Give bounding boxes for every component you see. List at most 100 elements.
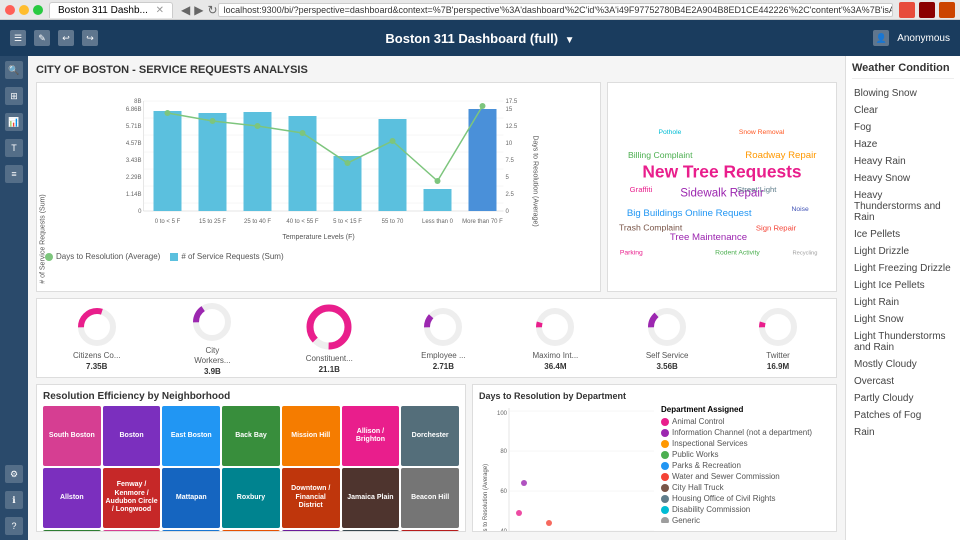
bar-1[interactable] <box>199 113 227 211</box>
sidebar-chart-icon[interactable]: 📊 <box>5 113 23 131</box>
menu-icon[interactable]: ☰ <box>10 30 26 46</box>
redo-icon[interactable]: ↪ <box>82 30 98 46</box>
treemap-south-east[interactable]: South East <box>103 530 161 532</box>
wc-word-10[interactable]: Tree Maintenance <box>670 232 747 243</box>
weather-item-light-drizzle[interactable]: Light Drizzle <box>852 243 954 260</box>
treemap-boston[interactable]: Boston <box>103 406 161 466</box>
weather-item-ice-pellets[interactable]: Ice Pellets <box>852 226 954 243</box>
back-btn[interactable]: ◀ <box>181 3 190 17</box>
wc-word-12[interactable]: Snow Removal <box>739 129 785 136</box>
weather-item-mostly-cloudy[interactable]: Mostly Cloudy <box>852 356 954 373</box>
weather-item-light-freezing[interactable]: Light Freezing Drizzle <box>852 260 954 277</box>
wc-word-3[interactable]: Big Buildings Online Request <box>627 208 752 219</box>
bar-6[interactable] <box>424 189 452 211</box>
browser-tab[interactable]: Boston 311 Dashb... ✕ <box>49 2 173 18</box>
reload-btn[interactable]: ↻ <box>208 3 218 17</box>
wc-word-5[interactable]: Roadway Repair <box>745 150 817 161</box>
scatter-dot[interactable] <box>516 510 522 516</box>
donut-item-5[interactable]: Self Service 3.56B <box>645 305 689 372</box>
weather-item-clear[interactable]: Clear <box>852 102 954 119</box>
weather-item-overcast[interactable]: Overcast <box>852 373 954 390</box>
weather-item-rain[interactable]: Rain <box>852 424 954 441</box>
wc-word-9[interactable]: Graffiti <box>630 185 653 194</box>
treemap-roslindale[interactable]: Roslindale <box>401 530 459 532</box>
weather-item-heavy-rain[interactable]: Heavy Rain <box>852 153 954 170</box>
ext-icon-1[interactable] <box>899 2 915 18</box>
undo-icon[interactable]: ↩ <box>58 30 74 46</box>
wc-word-13[interactable]: Noise <box>792 206 810 213</box>
treemap-jamaica-plain[interactable]: Jamaica Plain <box>342 468 400 528</box>
sidebar-text-icon[interactable]: T <box>5 139 23 157</box>
wc-word-11[interactable]: Pothole <box>658 129 681 136</box>
wc-word-4[interactable]: Billing Complaint <box>628 150 693 160</box>
weather-item-heavy-thunderstorms[interactable]: Heavy Thunderstorms and Rain <box>852 187 954 226</box>
treemap-greater-mattapan[interactable]: Greater Mattapan <box>222 530 280 532</box>
forward-btn[interactable]: ▶ <box>194 3 203 17</box>
sidebar-home-icon[interactable]: ⊞ <box>5 87 23 105</box>
wc-word-16[interactable]: Recycling <box>792 251 817 257</box>
wc-word-7[interactable]: Trash Complaint <box>619 222 683 232</box>
bar-chart-section: # of Service Requests (Sum) Days to Reso… <box>36 82 601 292</box>
weather-item-heavy-snow[interactable]: Heavy Snow <box>852 170 954 187</box>
weather-item-light-thunderstorms[interactable]: Light Thunderstorms and Rain <box>852 328 954 356</box>
treemap-beacon-hill[interactable]: Beacon Hill <box>401 468 459 528</box>
sidebar-info-icon[interactable]: ℹ <box>5 491 23 509</box>
treemap-mattapan[interactable]: Mattapan <box>162 468 220 528</box>
bar-5[interactable] <box>379 119 407 211</box>
treemap-allison-brighton[interactable]: Allison / Brighton <box>342 406 400 466</box>
donut-item-1[interactable]: City Workers... 3.9B <box>187 300 237 376</box>
sidebar-search-icon[interactable]: 🔍 <box>5 61 23 79</box>
url-bar[interactable]: localhost:9300/bi/?perspective=dashboard… <box>218 3 893 17</box>
weather-item-light-ice-pellets[interactable]: Light Ice Pellets <box>852 277 954 294</box>
maximize-window-btn[interactable] <box>33 5 43 15</box>
scatter-dot[interactable] <box>546 520 552 526</box>
bar-0[interactable] <box>154 111 182 211</box>
weather-item-partly-cloudy[interactable]: Partly Cloudy <box>852 390 954 407</box>
donut-item-3[interactable]: Employee ... 2.71B <box>421 305 465 372</box>
donut-label-3: Employee ... <box>421 351 465 361</box>
treemap-downtown[interactable]: Downtown / Financial District <box>282 468 340 528</box>
weather-item-blowing-snow[interactable]: Blowing Snow <box>852 85 954 102</box>
treemap-roxbury[interactable]: Roxbury <box>222 468 280 528</box>
user-icon[interactable]: 👤 <box>873 30 889 46</box>
treemap-charlestown[interactable]: Charlestown <box>282 530 340 532</box>
treemap-allston[interactable]: Allston <box>43 468 101 528</box>
bar-7[interactable] <box>469 109 497 211</box>
wc-word-6[interactable]: Sign Repair <box>756 223 797 232</box>
wc-word-14[interactable]: Parking <box>620 250 643 257</box>
sidebar-bar-icon[interactable]: ≡ <box>5 165 23 183</box>
treemap-east-boston[interactable]: East Boston <box>162 406 220 466</box>
ext-icon-3[interactable] <box>939 2 955 18</box>
wc-word-1[interactable]: New Tree Requests <box>642 161 801 181</box>
treemap-sb-waterfront[interactable]: South Boston / South Boston Waterfront <box>162 530 220 532</box>
sidebar-help-icon[interactable]: ? <box>5 517 23 535</box>
treemap-fenway[interactable]: Fenway / Kenmore / Audubon Circle / Long… <box>103 468 161 528</box>
treemap-south-boston[interactable]: South Boston <box>43 406 101 466</box>
weather-item-light-rain[interactable]: Light Rain <box>852 294 954 311</box>
donut-item-4[interactable]: Maximo Int... 36.4M <box>532 305 578 372</box>
scatter-dot[interactable] <box>521 480 527 486</box>
treemap-back-bay[interactable]: Back Bay <box>222 406 280 466</box>
svg-text:15: 15 <box>506 107 513 113</box>
close-window-btn[interactable] <box>5 5 15 15</box>
treemap-dorchester[interactable]: Dorchester <box>401 406 459 466</box>
treemap-mission-hill[interactable]: Mission Hill <box>282 406 340 466</box>
ext-icon-2[interactable] <box>919 2 935 18</box>
minimize-window-btn[interactable] <box>19 5 29 15</box>
weather-item-fog[interactable]: Fog <box>852 119 954 136</box>
wc-word-15[interactable]: Rodent Activity <box>715 250 760 257</box>
weather-item-patches-fog[interactable]: Patches of Fog <box>852 407 954 424</box>
wc-word-8[interactable]: Street Light <box>737 185 777 194</box>
treemap-brighton[interactable]: Brighton <box>43 530 101 532</box>
donut-item-2[interactable]: Constituent... 21.1B <box>304 302 354 375</box>
legend-line-label: Days to Resolution (Average) <box>56 252 160 261</box>
donut-item-0[interactable]: Citizens Co... 7.35B <box>73 305 121 372</box>
legend-disability: Disability Commission <box>661 505 812 514</box>
sidebar-settings-icon[interactable]: ⚙ <box>5 465 23 483</box>
browser-bar: Boston 311 Dashb... ✕ ◀ ▶ ↻ localhost:93… <box>0 0 960 20</box>
donut-item-6[interactable]: Twitter 16.9M <box>756 305 800 372</box>
weather-item-light-snow[interactable]: Light Snow <box>852 311 954 328</box>
weather-item-haze[interactable]: Haze <box>852 136 954 153</box>
treemap-hyde-park[interactable]: Hyde Park <box>342 530 400 532</box>
edit-icon[interactable]: ✎ <box>34 30 50 46</box>
